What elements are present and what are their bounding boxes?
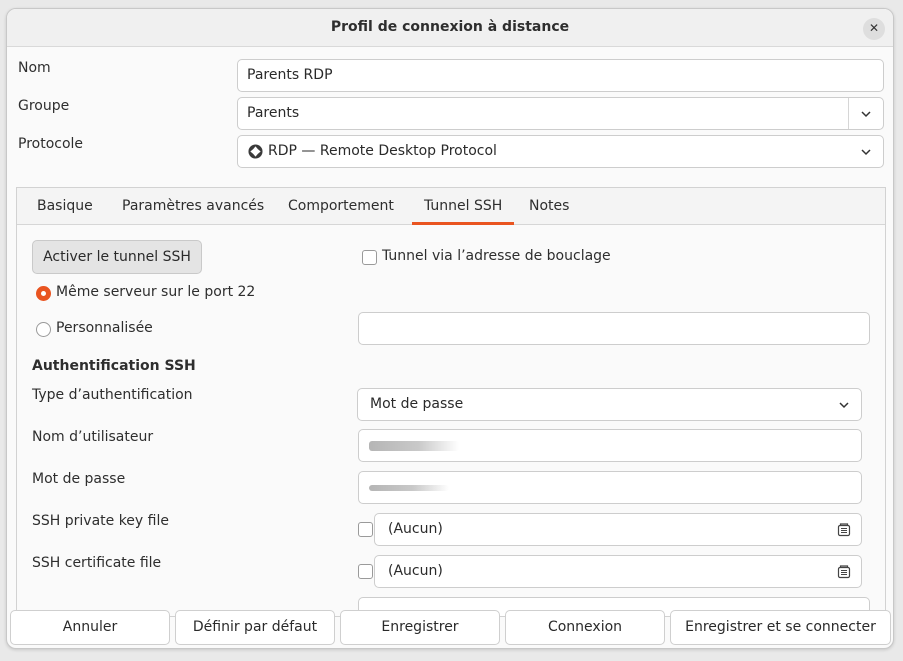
same-server-radio[interactable] <box>36 286 51 301</box>
password-input[interactable] <box>358 471 862 504</box>
settings-notebook: Basique Paramètres avancés Comportement … <box>16 187 886 617</box>
file-open-icon <box>837 523 851 537</box>
tab-notes[interactable]: Notes <box>529 188 569 225</box>
save-and-connect-button[interactable]: Enregistrer et se connecter <box>670 610 891 645</box>
chevron-down-icon <box>839 402 849 409</box>
username-input[interactable] <box>358 429 862 462</box>
username-label: Nom d’utilisateur <box>32 429 154 445</box>
private-key-value: (Aucun) <box>388 521 443 537</box>
ssh-auth-heading: Authentification SSH <box>32 358 196 374</box>
loopback-label: Tunnel via l’adresse de bouclage <box>382 248 611 264</box>
masked-password <box>369 485 449 491</box>
file-open-icon <box>837 565 851 579</box>
redacted-username <box>369 441 459 451</box>
certificate-value: (Aucun) <box>388 563 443 579</box>
tab-bar: Basique Paramètres avancés Comportement … <box>17 188 885 225</box>
tab-comportement[interactable]: Comportement <box>288 188 394 225</box>
certificate-file-chooser[interactable]: (Aucun) <box>374 555 862 588</box>
save-button[interactable]: Enregistrer <box>340 610 500 645</box>
auth-type-value: Mot de passe <box>370 396 464 412</box>
tab-parametres-avances[interactable]: Paramètres avancés <box>122 188 264 225</box>
custom-label: Personnalisée <box>56 320 153 336</box>
connection-profile-dialog: Profil de connexion à distance ✕ Nom Par… <box>6 8 894 649</box>
group-label: Groupe <box>18 98 70 114</box>
private-key-label: SSH private key file <box>32 513 169 529</box>
private-key-file-chooser[interactable]: (Aucun) <box>374 513 862 546</box>
enable-ssh-tunnel-button[interactable]: Activer le tunnel SSH <box>32 240 202 274</box>
protocol-label: Protocole <box>18 136 84 152</box>
set-default-button[interactable]: Définir par défaut <box>175 610 335 645</box>
name-input[interactable]: Parents RDP <box>237 59 884 92</box>
rdp-icon <box>248 144 263 159</box>
title-bar: Profil de connexion à distance ✕ <box>7 9 893 47</box>
group-combobox[interactable]: Parents <box>237 97 884 130</box>
custom-server-input[interactable] <box>358 312 870 345</box>
name-label: Nom <box>18 60 51 76</box>
chevron-down-icon[interactable] <box>859 107 873 121</box>
cancel-button[interactable]: Annuler <box>10 610 170 645</box>
private-key-checkbox[interactable] <box>358 522 373 537</box>
combo-divider <box>848 98 849 129</box>
protocol-value: RDP — Remote Desktop Protocol <box>268 143 497 159</box>
password-label: Mot de passe <box>32 471 126 487</box>
group-value: Parents <box>247 105 300 121</box>
connect-button[interactable]: Connexion <box>505 610 665 645</box>
close-button[interactable]: ✕ <box>863 18 885 40</box>
tab-tunnel-ssh[interactable]: Tunnel SSH <box>412 188 515 225</box>
same-server-label: Même serveur sur le port 22 <box>56 284 256 300</box>
protocol-dropdown[interactable]: RDP — Remote Desktop Protocol <box>237 135 884 168</box>
window-title: Profil de connexion à distance <box>330 19 570 35</box>
certificate-label: SSH certificate file <box>32 555 162 571</box>
chevron-down-icon <box>861 149 871 156</box>
auth-type-label: Type d’authentification <box>32 387 193 403</box>
tab-basique[interactable]: Basique <box>37 188 93 225</box>
certificate-checkbox[interactable] <box>358 564 373 579</box>
custom-radio[interactable] <box>36 322 51 337</box>
loopback-checkbox[interactable] <box>362 250 377 265</box>
auth-type-dropdown[interactable]: Mot de passe <box>357 388 862 421</box>
